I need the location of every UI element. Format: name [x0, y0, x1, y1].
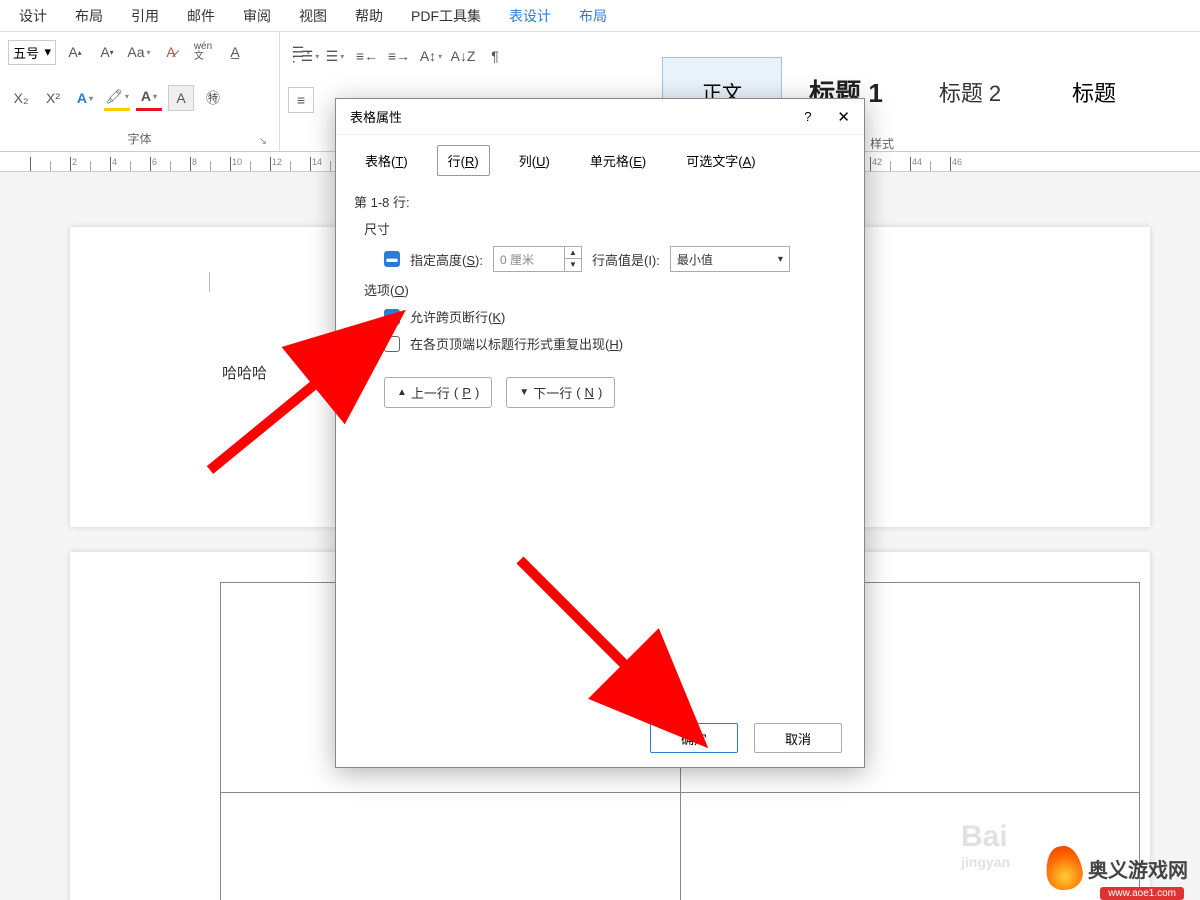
ok-button[interactable]: 确定 — [650, 723, 738, 753]
asian-layout-icon[interactable]: A↕▾ — [418, 43, 444, 69]
tab-cell[interactable]: 单元格(E) — [579, 145, 657, 176]
cancel-button[interactable]: 取消 — [754, 723, 842, 753]
site-url: www.aoe1.com — [1100, 887, 1184, 900]
font-dialog-launcher-icon[interactable]: ↘ — [259, 136, 267, 147]
spin-up-icon[interactable]: ▲ — [565, 247, 581, 259]
style-title[interactable]: 标题 — [1034, 57, 1154, 127]
prev-row-button[interactable]: ▲上一行(P) — [384, 377, 492, 408]
document-text[interactable]: 哈哈哈 — [222, 362, 267, 383]
align-icon[interactable]: ≡ — [288, 87, 314, 113]
row-height-is-label: 行高值是(I): — [592, 250, 660, 269]
decrease-font-icon[interactable]: A▾ — [94, 39, 120, 65]
triangle-down-icon: ▼ — [519, 387, 529, 398]
chevron-down-icon: ▾ — [778, 254, 783, 265]
menu-layout[interactable]: 布局 — [61, 6, 117, 26]
menu-mailings[interactable]: 邮件 — [173, 6, 229, 26]
tab-table[interactable]: 表格(T) — [354, 145, 419, 176]
baidu-watermark: Bai jingyan — [961, 820, 1010, 870]
increase-font-icon[interactable]: A▴ — [62, 39, 88, 65]
repeat-header-label: 在各页顶端以标题行形式重复出现(H) — [410, 334, 623, 353]
font-size-value: 五号 — [13, 43, 39, 62]
dialog-body: 第 1-8 行: 尺寸 ▬ 指定高度(S): ▲▼ 行高值是(I): 最小值 ▾… — [336, 176, 864, 709]
font-size-selector[interactable]: 五号 ▾ — [8, 40, 56, 65]
specify-height-checkbox[interactable]: ▬ — [384, 251, 400, 267]
para-group-label — [288, 131, 332, 149]
row-range-label: 第 1-8 行: — [354, 192, 846, 211]
multilevel-list-icon[interactable]: ☰▾ — [322, 43, 348, 69]
dialog-close-button[interactable]: ✕ — [833, 104, 854, 130]
spin-down-icon[interactable]: ▼ — [565, 259, 581, 271]
dialog-footer: 确定 取消 — [336, 709, 864, 767]
menu-table-layout[interactable]: 布局 — [565, 6, 621, 26]
table-properties-dialog: 表格属性 ? ✕ 表格(T) 行(R) 列(U) 单元格(E) 可选文字(A) … — [335, 98, 865, 768]
ruler-mark — [30, 157, 50, 171]
increase-indent-icon[interactable]: ≡→ — [386, 43, 412, 69]
style-heading2[interactable]: 标题 2 — [910, 57, 1030, 127]
margin-corner-icon — [190, 272, 210, 292]
dialog-title: 表格属性 — [350, 107, 402, 126]
sort-icon[interactable]: A↓Z — [450, 43, 476, 69]
menu-help[interactable]: 帮助 — [341, 6, 397, 26]
height-input[interactable] — [494, 252, 564, 266]
options-group-label: 选项(O) — [364, 280, 846, 299]
size-group-label: 尺寸 — [364, 219, 846, 238]
menu-design[interactable]: 设计 — [5, 6, 61, 26]
change-case-icon[interactable]: Aa▾ — [126, 39, 152, 65]
height-spinner[interactable]: ▲▼ — [493, 246, 582, 272]
clear-format-icon[interactable]: A̷ — [158, 39, 184, 65]
menu-pdf-tools[interactable]: PDF工具集 — [397, 6, 495, 26]
character-border-icon[interactable]: A̲ — [222, 39, 248, 65]
tab-row[interactable]: 行(R) — [437, 145, 490, 176]
dialog-titlebar[interactable]: 表格属性 ? ✕ — [336, 99, 864, 135]
triangle-up-icon: ▲ — [397, 387, 407, 398]
menu-references[interactable]: 引用 — [117, 6, 173, 26]
show-marks-icon[interactable]: ¶ — [482, 43, 508, 69]
table-cell[interactable] — [221, 793, 681, 900]
dialog-tabstrip: 表格(T) 行(R) 列(U) 单元格(E) 可选文字(A) — [336, 135, 864, 176]
font-group-label: 字体↘ — [8, 128, 271, 149]
highlight-icon[interactable]: 🖍▾ — [104, 85, 130, 111]
repeat-header-checkbox[interactable] — [384, 336, 400, 352]
site-watermark: 奥义游戏网 — [1046, 846, 1188, 890]
menu-bar: 设计 布局 引用 邮件 审阅 视图 帮助 PDF工具集 表设计 布局 — [0, 0, 1200, 32]
character-shading-icon[interactable]: A — [168, 85, 194, 111]
menu-view[interactable]: 视图 — [285, 6, 341, 26]
phonetic-guide-icon[interactable]: wén文 — [190, 39, 216, 65]
decrease-indent-icon[interactable]: ≡← — [354, 43, 380, 69]
site-name: 奥义游戏网 — [1088, 854, 1188, 883]
row-height-mode-value: 最小值 — [677, 251, 713, 268]
menu-table-design[interactable]: 表设计 — [495, 6, 565, 26]
styles-group-label: 样式 — [870, 135, 894, 152]
enclose-char-icon[interactable]: ㊕ — [200, 85, 226, 111]
allow-break-label: 允许跨页断行(K) — [410, 307, 505, 326]
specify-height-label: 指定高度(S): — [410, 250, 483, 269]
numbering-icon[interactable]: ⋮☰▾ — [290, 43, 316, 69]
tab-alt-text[interactable]: 可选文字(A) — [675, 145, 766, 176]
superscript-icon[interactable]: X² — [40, 85, 66, 111]
row-height-mode-select[interactable]: 最小值 ▾ — [670, 246, 790, 272]
font-color-icon[interactable]: A▾ — [136, 85, 162, 111]
subscript-icon[interactable]: X₂ — [8, 85, 34, 111]
text-effects-icon[interactable]: A▾ — [72, 85, 98, 111]
allow-break-checkbox[interactable]: ✓ — [384, 309, 400, 325]
next-row-button[interactable]: ▼下一行(N) — [506, 377, 615, 408]
tab-column[interactable]: 列(U) — [508, 145, 561, 176]
dialog-help-button[interactable]: ? — [800, 105, 815, 128]
menu-review[interactable]: 审阅 — [229, 6, 285, 26]
flame-icon — [1043, 844, 1085, 893]
chevron-down-icon: ▾ — [44, 44, 51, 60]
